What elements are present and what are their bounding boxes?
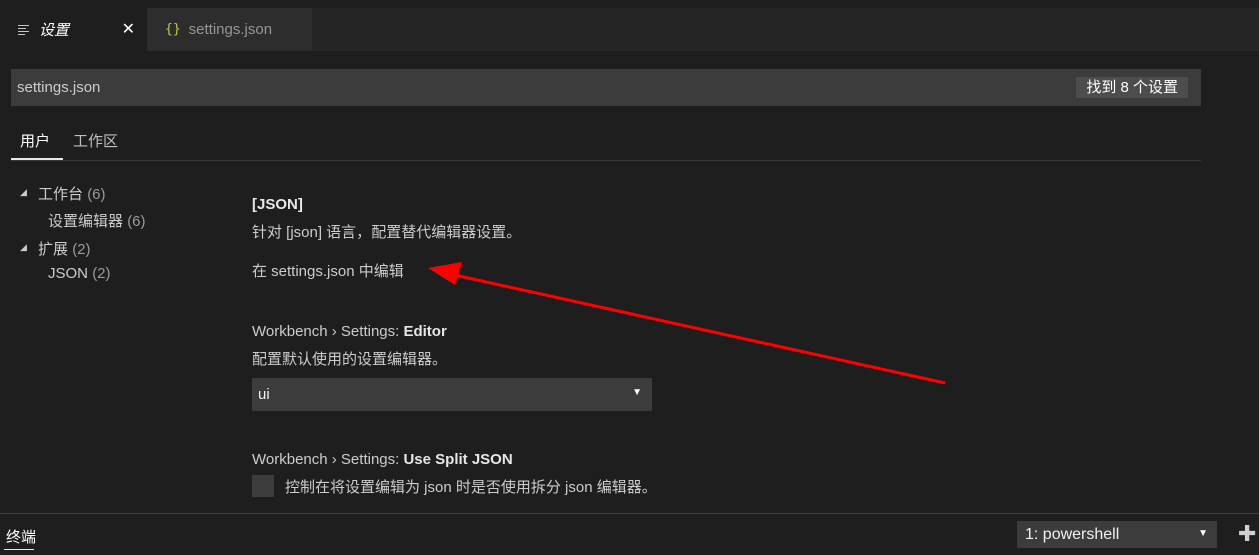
setting-split-json-description: 控制在将设置编辑为 json 时是否使用拆分 json 编辑器。 <box>285 479 657 496</box>
settings-search-input[interactable]: settings.json 找到 8 个设置 <box>11 69 1201 106</box>
setting-json-description: 针对 [json] 语言，配置替代编辑器设置。 <box>252 224 522 241</box>
editor-select-value: ui <box>258 386 270 403</box>
setting-json-title: [JSON] <box>252 196 303 213</box>
setting-split-json-name: Use Split JSON <box>403 451 513 468</box>
tree-item-count: (6) <box>127 213 146 230</box>
title-strip <box>0 0 1259 8</box>
tree-item-label: 设置编辑器 <box>48 213 124 230</box>
active-tab-underline <box>11 158 63 160</box>
json-braces-icon: {} <box>165 22 181 37</box>
tree-item-label: 工作台 <box>38 186 84 203</box>
tab-workspace[interactable]: 工作区 <box>73 130 118 151</box>
editor-tab-bar: 设置 ✕ {} settings.json <box>0 8 1259 51</box>
setting-editor-name: Editor <box>403 323 447 340</box>
result-count-badge: 找到 8 个设置 <box>1076 77 1188 98</box>
setting-json-title-text: [JSON] <box>252 196 303 213</box>
tree-item-extensions[interactable]: 扩展 (2) <box>38 238 91 259</box>
tree-item-workbench[interactable]: 工作台 (6) <box>38 183 106 204</box>
dropdown-arrow-icon: ▼ <box>1198 528 1208 539</box>
tab-settings[interactable]: 设置 ✕ <box>0 8 147 51</box>
tab-user[interactable]: 用户 <box>20 130 50 151</box>
tree-item-count: (2) <box>72 241 91 258</box>
scope-tabs: 用户 工作区 <box>11 126 1201 161</box>
settings-lines-icon <box>18 24 29 35</box>
tree-item-count: (2) <box>92 265 111 282</box>
close-icon[interactable]: ✕ <box>122 19 135 39</box>
edit-in-settings-json-link[interactable]: 在 settings.json 中编辑 <box>252 260 404 281</box>
tree-item-count: (6) <box>87 186 106 203</box>
expand-arrow-icon[interactable]: ◢ <box>20 242 27 253</box>
expand-arrow-icon[interactable]: ◢ <box>20 187 27 198</box>
dropdown-arrow-icon: ▼ <box>632 387 642 398</box>
panel-tab-terminal[interactable]: 终端 <box>6 526 36 547</box>
settings-window: 设置 ✕ {} settings.json settings.json 找到 8… <box>0 0 1259 555</box>
terminal-select[interactable]: 1: powershell ▼ <box>1017 521 1217 548</box>
split-json-checkbox[interactable] <box>252 475 274 497</box>
editor-select[interactable]: ui ▼ <box>252 378 652 411</box>
tab-settings-json[interactable]: {} settings.json <box>147 8 312 51</box>
tree-item-settings-editor[interactable]: 设置编辑器 (6) <box>48 210 146 231</box>
setting-split-json-title: Workbench › Settings: Use Split JSON <box>252 451 513 468</box>
setting-editor-prefix: Workbench › Settings: <box>252 323 404 340</box>
terminal-panel: 终端 1: powershell ▼ ✚ <box>0 514 1259 555</box>
terminal-select-value: 1: powershell <box>1025 525 1120 543</box>
setting-editor-title: Workbench › Settings: Editor <box>252 323 447 340</box>
add-terminal-icon[interactable]: ✚ <box>1238 523 1256 545</box>
setting-split-json-prefix: Workbench › Settings: <box>252 451 404 468</box>
tab-settings-json-label: settings.json <box>188 21 273 38</box>
active-panel-underline <box>4 549 34 550</box>
tree-item-label: JSON <box>48 265 89 282</box>
tree-item-json[interactable]: JSON (2) <box>48 265 111 282</box>
tab-settings-label: 设置 <box>39 22 70 39</box>
setting-editor-description: 配置默认使用的设置编辑器。 <box>252 351 448 368</box>
tree-item-label: 扩展 <box>38 241 69 258</box>
search-value: settings.json <box>17 79 101 96</box>
